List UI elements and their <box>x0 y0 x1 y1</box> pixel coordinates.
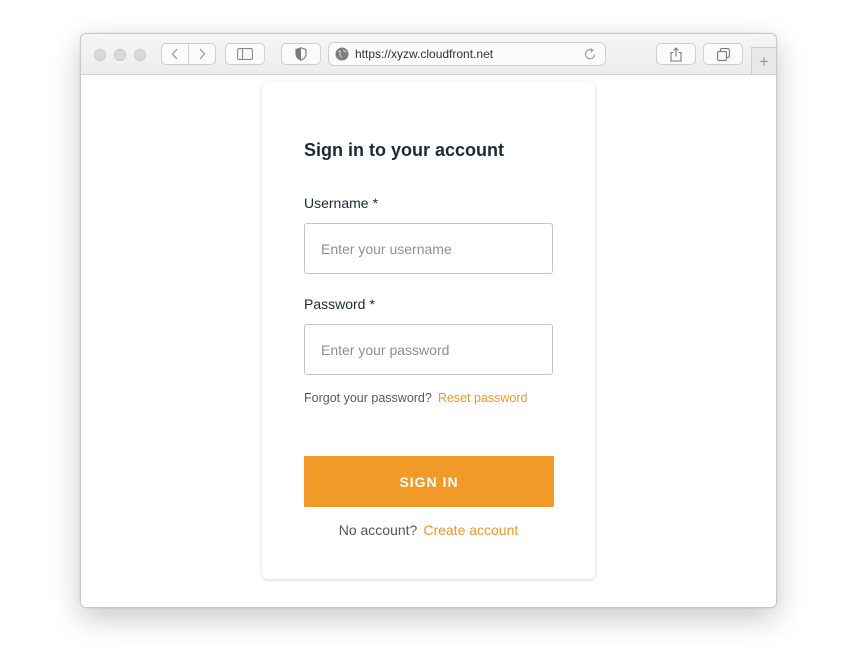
minimize-window-button[interactable] <box>114 49 126 61</box>
username-label: Username * <box>304 195 378 211</box>
new-tab-button[interactable]: + <box>751 47 776 74</box>
required-marker: * <box>369 296 375 312</box>
chevron-right-icon <box>199 48 206 60</box>
signin-card: Sign in to your account Username* Passwo… <box>262 82 595 579</box>
forgot-password-text: Forgot your password? <box>304 391 432 405</box>
shield-icon <box>295 47 307 61</box>
password-input[interactable] <box>304 324 553 375</box>
share-icon <box>670 46 682 62</box>
required-marker: * <box>372 195 379 211</box>
tabs-icon <box>716 47 730 61</box>
url-text[interactable]: https://xyzw.cloudfront.net <box>355 47 493 61</box>
plus-icon: + <box>759 51 769 71</box>
tab-overview-button[interactable] <box>703 43 743 65</box>
create-account-link[interactable]: Create account <box>423 522 518 538</box>
page-title: Sign in to your account <box>304 140 505 160</box>
browser-window: https://xyzw.cloudfront.net + Sign in to… <box>80 33 777 608</box>
sidebar-button[interactable] <box>225 43 265 65</box>
close-window-button[interactable] <box>94 49 106 61</box>
sidebar-icon <box>237 48 253 60</box>
password-label-text: Password <box>304 296 366 312</box>
privacy-button[interactable] <box>281 43 321 65</box>
globe-icon <box>335 47 349 61</box>
no-account-row: No account? Create account <box>262 522 595 538</box>
browser-toolbar: https://xyzw.cloudfront.net + <box>81 34 776 75</box>
chevron-left-icon <box>171 48 178 60</box>
forgot-password-row: Forgot your password? Reset password <box>304 391 527 405</box>
password-label: Password * <box>304 296 375 312</box>
share-button[interactable] <box>656 43 696 65</box>
back-button[interactable] <box>162 44 188 64</box>
zoom-window-button[interactable] <box>134 49 146 61</box>
no-account-text: No account? <box>338 522 418 538</box>
address-bar[interactable]: https://xyzw.cloudfront.net <box>328 42 606 66</box>
page-content: Sign in to your account Username* Passwo… <box>81 75 776 607</box>
forward-button[interactable] <box>188 44 215 64</box>
history-nav <box>161 43 216 65</box>
username-input[interactable] <box>304 223 553 274</box>
reset-password-link[interactable]: Reset password <box>438 391 528 405</box>
username-label-text: Username <box>304 195 369 211</box>
reload-icon[interactable] <box>583 47 597 61</box>
sign-in-button[interactable]: SIGN IN <box>304 456 554 507</box>
